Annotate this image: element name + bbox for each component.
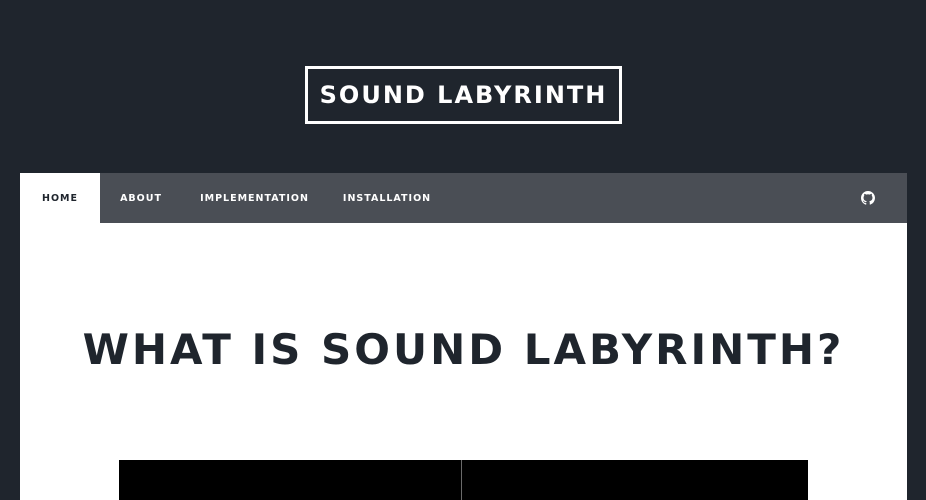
video-embed[interactable] bbox=[119, 460, 808, 500]
nav-item-installation[interactable]: INSTALLATION bbox=[343, 173, 430, 223]
nav-item-implementation[interactable]: IMPLEMENTATION bbox=[200, 173, 308, 223]
nav-item-about[interactable]: ABOUT bbox=[116, 173, 166, 223]
site-logo[interactable]: SOUND LABYRINTH bbox=[305, 66, 622, 124]
main-content: HOME ABOUT IMPLEMENTATION INSTALLATION W… bbox=[20, 173, 907, 500]
nav-item-home[interactable]: HOME bbox=[20, 173, 100, 223]
site-header: SOUND LABYRINTH bbox=[0, 0, 926, 173]
page-title: WHAT IS SOUND LABYRINTH? bbox=[82, 325, 845, 374]
page: SOUND LABYRINTH HOME ABOUT IMPLEMENTATIO… bbox=[0, 0, 926, 500]
navbar: HOME ABOUT IMPLEMENTATION INSTALLATION bbox=[20, 173, 907, 223]
github-icon[interactable] bbox=[861, 191, 875, 205]
video-divider bbox=[461, 460, 462, 500]
